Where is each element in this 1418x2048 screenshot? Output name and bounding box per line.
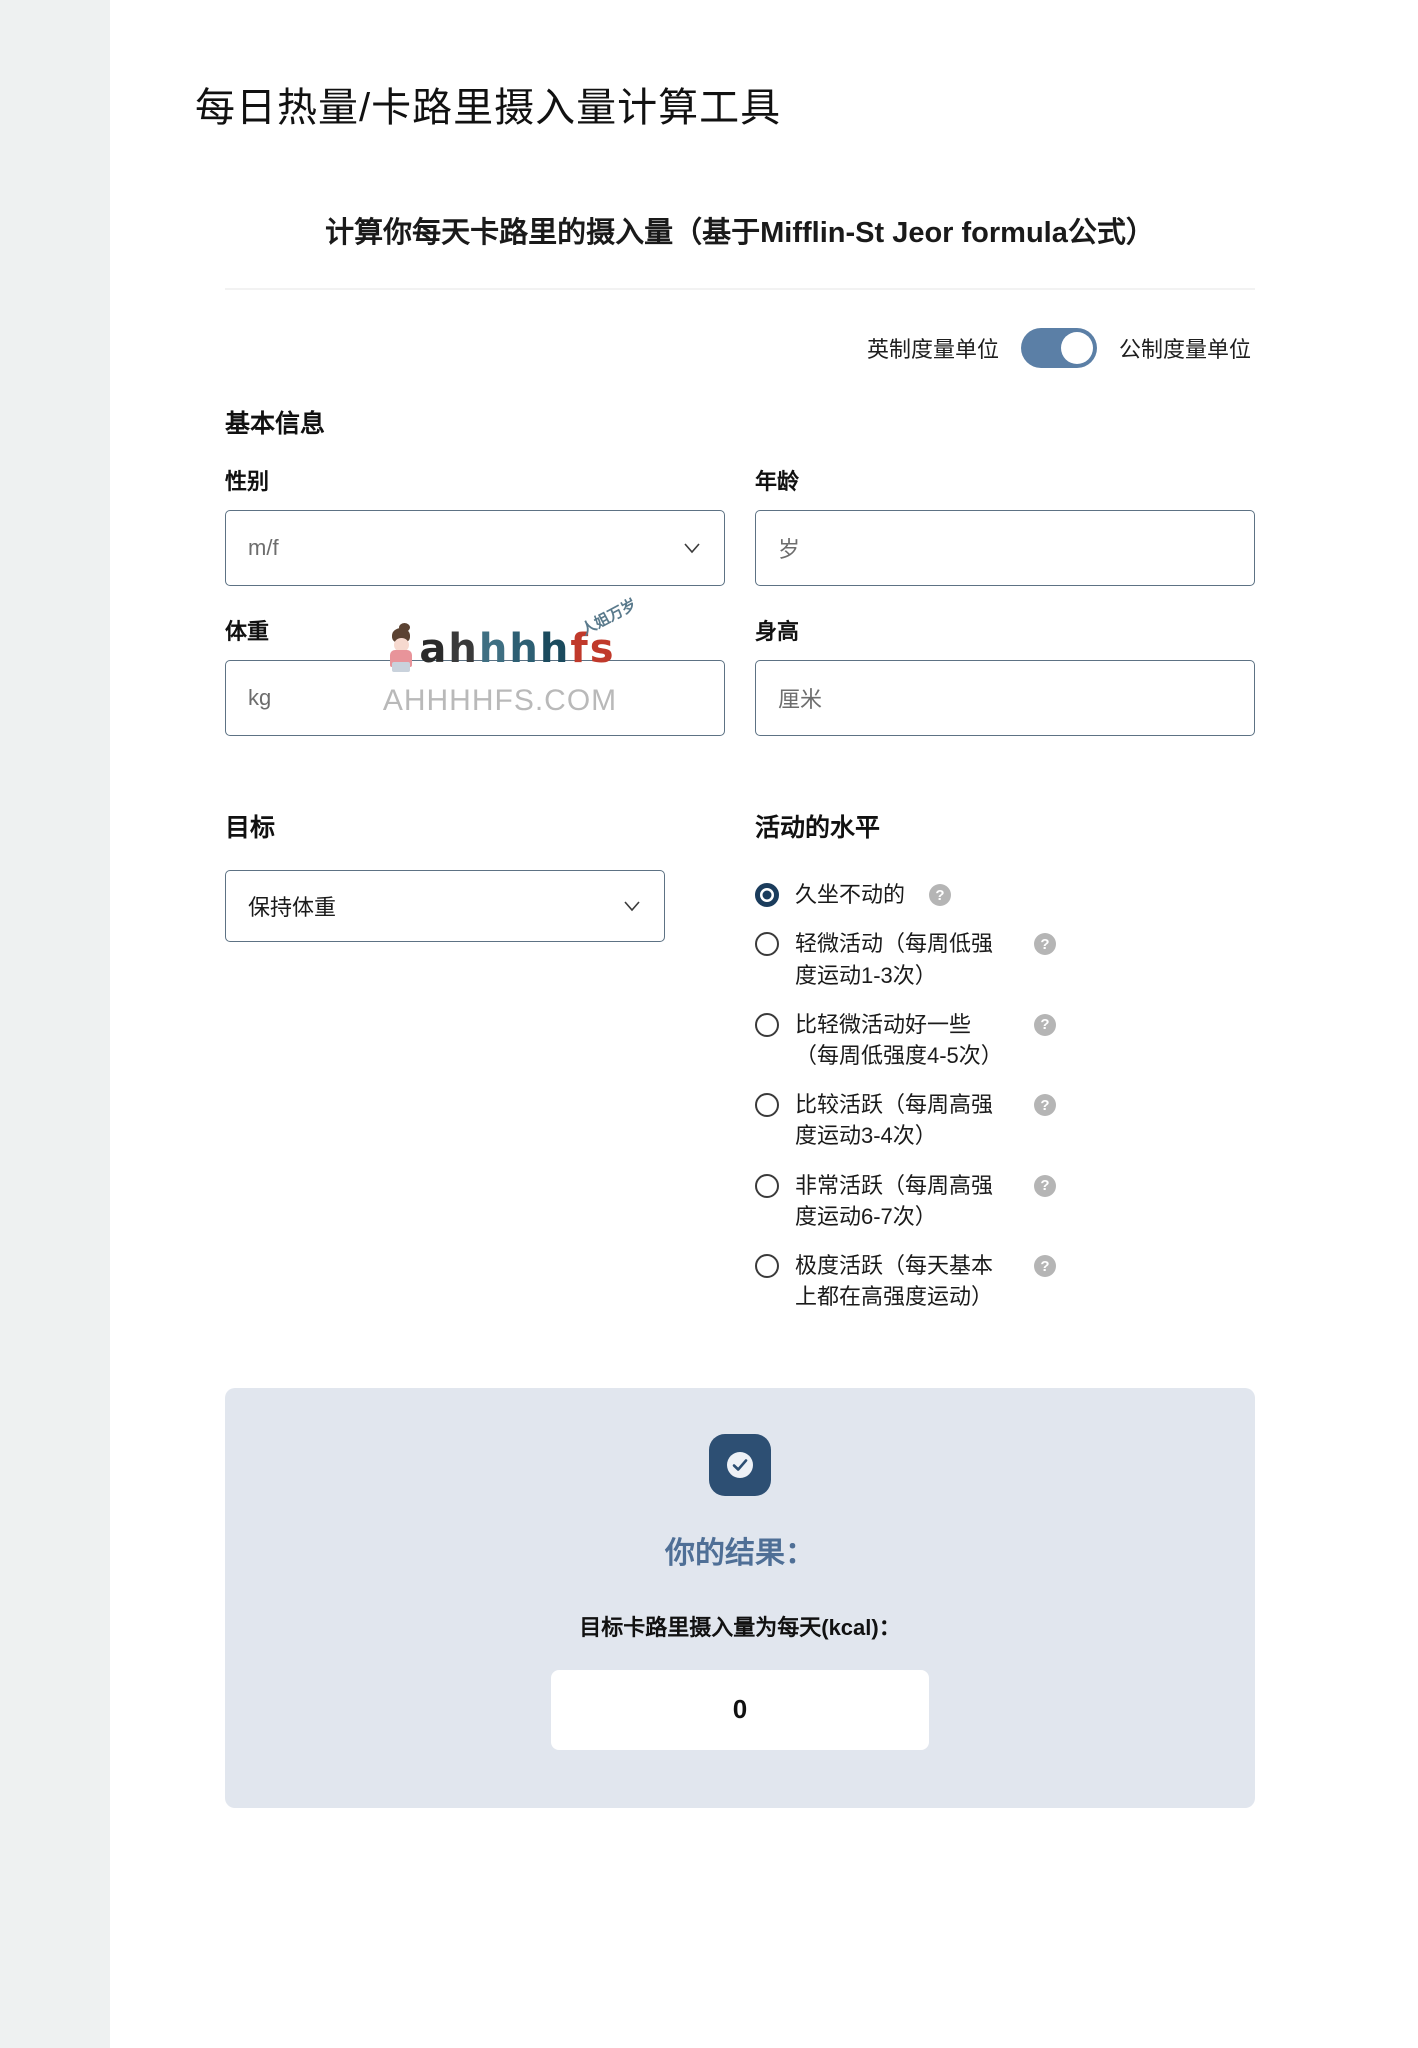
activity-heading: 活动的水平 [755, 814, 881, 843]
calculator-subtitle: 计算你每天卡路里的摄入量（基于Mifflin-St Jeor formula公式… [325, 217, 1155, 249]
activity-option-light[interactable]: 轻微活动（每周低强度运动1-3次） ? [755, 919, 1255, 999]
activity-option-sedentary[interactable]: 久坐不动的 ? [755, 870, 1255, 919]
check-circle-icon [709, 1433, 771, 1496]
field-row-spacer [225, 586, 725, 614]
activity-option-label: 极度活跃（每天基本上都在高强度运动） [795, 1253, 994, 1310]
weight-placeholder: kg [248, 685, 272, 711]
activity-option-moderate-light[interactable]: 比轻微活动好一些（每周低强度4-5次） ? [755, 1000, 1255, 1080]
content-card: 每日热量/卡路里摄入量计算工具 计算你每天卡路里的摄入量（基于Mifflin-S… [110, 0, 1418, 2048]
age-field: 年龄 岁 [755, 464, 1255, 587]
help-icon[interactable]: ? [1034, 1174, 1056, 1197]
activity-option-active[interactable]: 比较活跃（每周高强度运动3-4次） ? [755, 1080, 1255, 1160]
goal-activity-section: 目标 保持体重 活动的水平 久坐不动的 ? 轻微活动（每周低强度运动1-3次） … [225, 808, 1255, 1322]
activity-option-label: 久坐不动的 [795, 882, 906, 908]
result-value: 0 [551, 1669, 929, 1750]
chevron-down-icon [622, 896, 642, 916]
radio-button[interactable] [755, 883, 779, 908]
basic-info-heading: 基本信息 [225, 410, 326, 439]
help-icon[interactable]: ? [1034, 933, 1056, 956]
activity-option-label: 轻微活动（每周低强度运动1-3次） [795, 931, 994, 988]
field-row-spacer [755, 586, 1255, 614]
help-icon[interactable]: ? [929, 884, 952, 907]
result-panel: 你的结果： 目标卡路里摄入量为每天(kcal)： 0 [225, 1387, 1255, 1808]
radio-button[interactable] [755, 1012, 779, 1037]
activity-option-label: 非常活跃（每周高强度运动6-7次） [795, 1172, 994, 1229]
height-placeholder: 厘米 [778, 687, 823, 713]
weight-field: 体重 kg a h h h h f s 人姐万岁 AHHHHFS.COM [225, 595, 725, 737]
basic-info-fields: 性别 m/f 年龄 岁 体重 kg a h h h h f s 人姐万岁 AHH… [225, 464, 1255, 737]
weight-input[interactable]: kg [225, 660, 725, 737]
weight-label: 体重 [225, 619, 270, 645]
help-icon[interactable]: ? [1034, 1094, 1056, 1117]
goal-heading: 目标 [225, 814, 276, 843]
activity-option-label: 比轻微活动好一些（每周低强度4-5次） [795, 1011, 1003, 1068]
header-divider [225, 288, 1255, 291]
goal-select[interactable]: 保持体重 [225, 870, 665, 943]
age-placeholder: 岁 [778, 537, 801, 563]
gender-label: 性别 [225, 469, 270, 495]
page-title: 每日热量/卡路里摄入量计算工具 [195, 86, 782, 130]
radio-button[interactable] [755, 1093, 779, 1118]
activity-column: 活动的水平 久坐不动的 ? 轻微活动（每周低强度运动1-3次） ? 比轻微活动好… [755, 808, 1255, 1322]
result-subtitle: 目标卡路里摄入量为每天(kcal)： [579, 1614, 901, 1640]
age-input[interactable]: 岁 [755, 510, 1255, 587]
chevron-down-icon [682, 538, 702, 558]
units-toggle-row: 英制度量单位 公制度量单位 [225, 328, 1255, 369]
help-icon[interactable]: ? [1034, 1255, 1056, 1278]
help-icon[interactable]: ? [1034, 1013, 1056, 1036]
imperial-units-label: 英制度量单位 [866, 337, 999, 363]
page-root: 每日热量/卡路里摄入量计算工具 计算你每天卡路里的摄入量（基于Mifflin-S… [0, 0, 1418, 2048]
height-label: 身高 [755, 619, 800, 645]
radio-button[interactable] [755, 1254, 779, 1279]
activity-option-extra-active[interactable]: 极度活跃（每天基本上都在高强度运动） ? [755, 1241, 1255, 1321]
height-field: 身高 厘米 [755, 614, 1255, 737]
goal-column: 目标 保持体重 [225, 808, 725, 943]
age-label: 年龄 [755, 469, 800, 495]
toggle-knob [1060, 332, 1093, 365]
activity-radio-list: 久坐不动的 ? 轻微活动（每周低强度运动1-3次） ? 比轻微活动好一些（每周低… [755, 870, 1255, 1322]
height-input[interactable]: 厘米 [755, 660, 1255, 737]
goal-value: 保持体重 [248, 895, 337, 921]
units-toggle-switch[interactable] [1020, 328, 1097, 369]
gender-value: m/f [248, 535, 279, 561]
radio-button[interactable] [755, 932, 779, 957]
radio-button[interactable] [755, 1173, 779, 1198]
gender-field: 性别 m/f [225, 464, 725, 587]
activity-option-label: 比较活跃（每周高强度运动3-4次） [795, 1092, 994, 1149]
activity-option-very-active[interactable]: 非常活跃（每周高强度运动6-7次） ? [755, 1161, 1255, 1241]
result-title: 你的结果： [665, 1536, 815, 1570]
gender-select[interactable]: m/f [225, 510, 725, 587]
calorie-calculator-widget: 计算你每天卡路里的摄入量（基于Mifflin-St Jeor formula公式… [225, 212, 1255, 1808]
metric-units-label: 公制度量单位 [1118, 337, 1251, 363]
